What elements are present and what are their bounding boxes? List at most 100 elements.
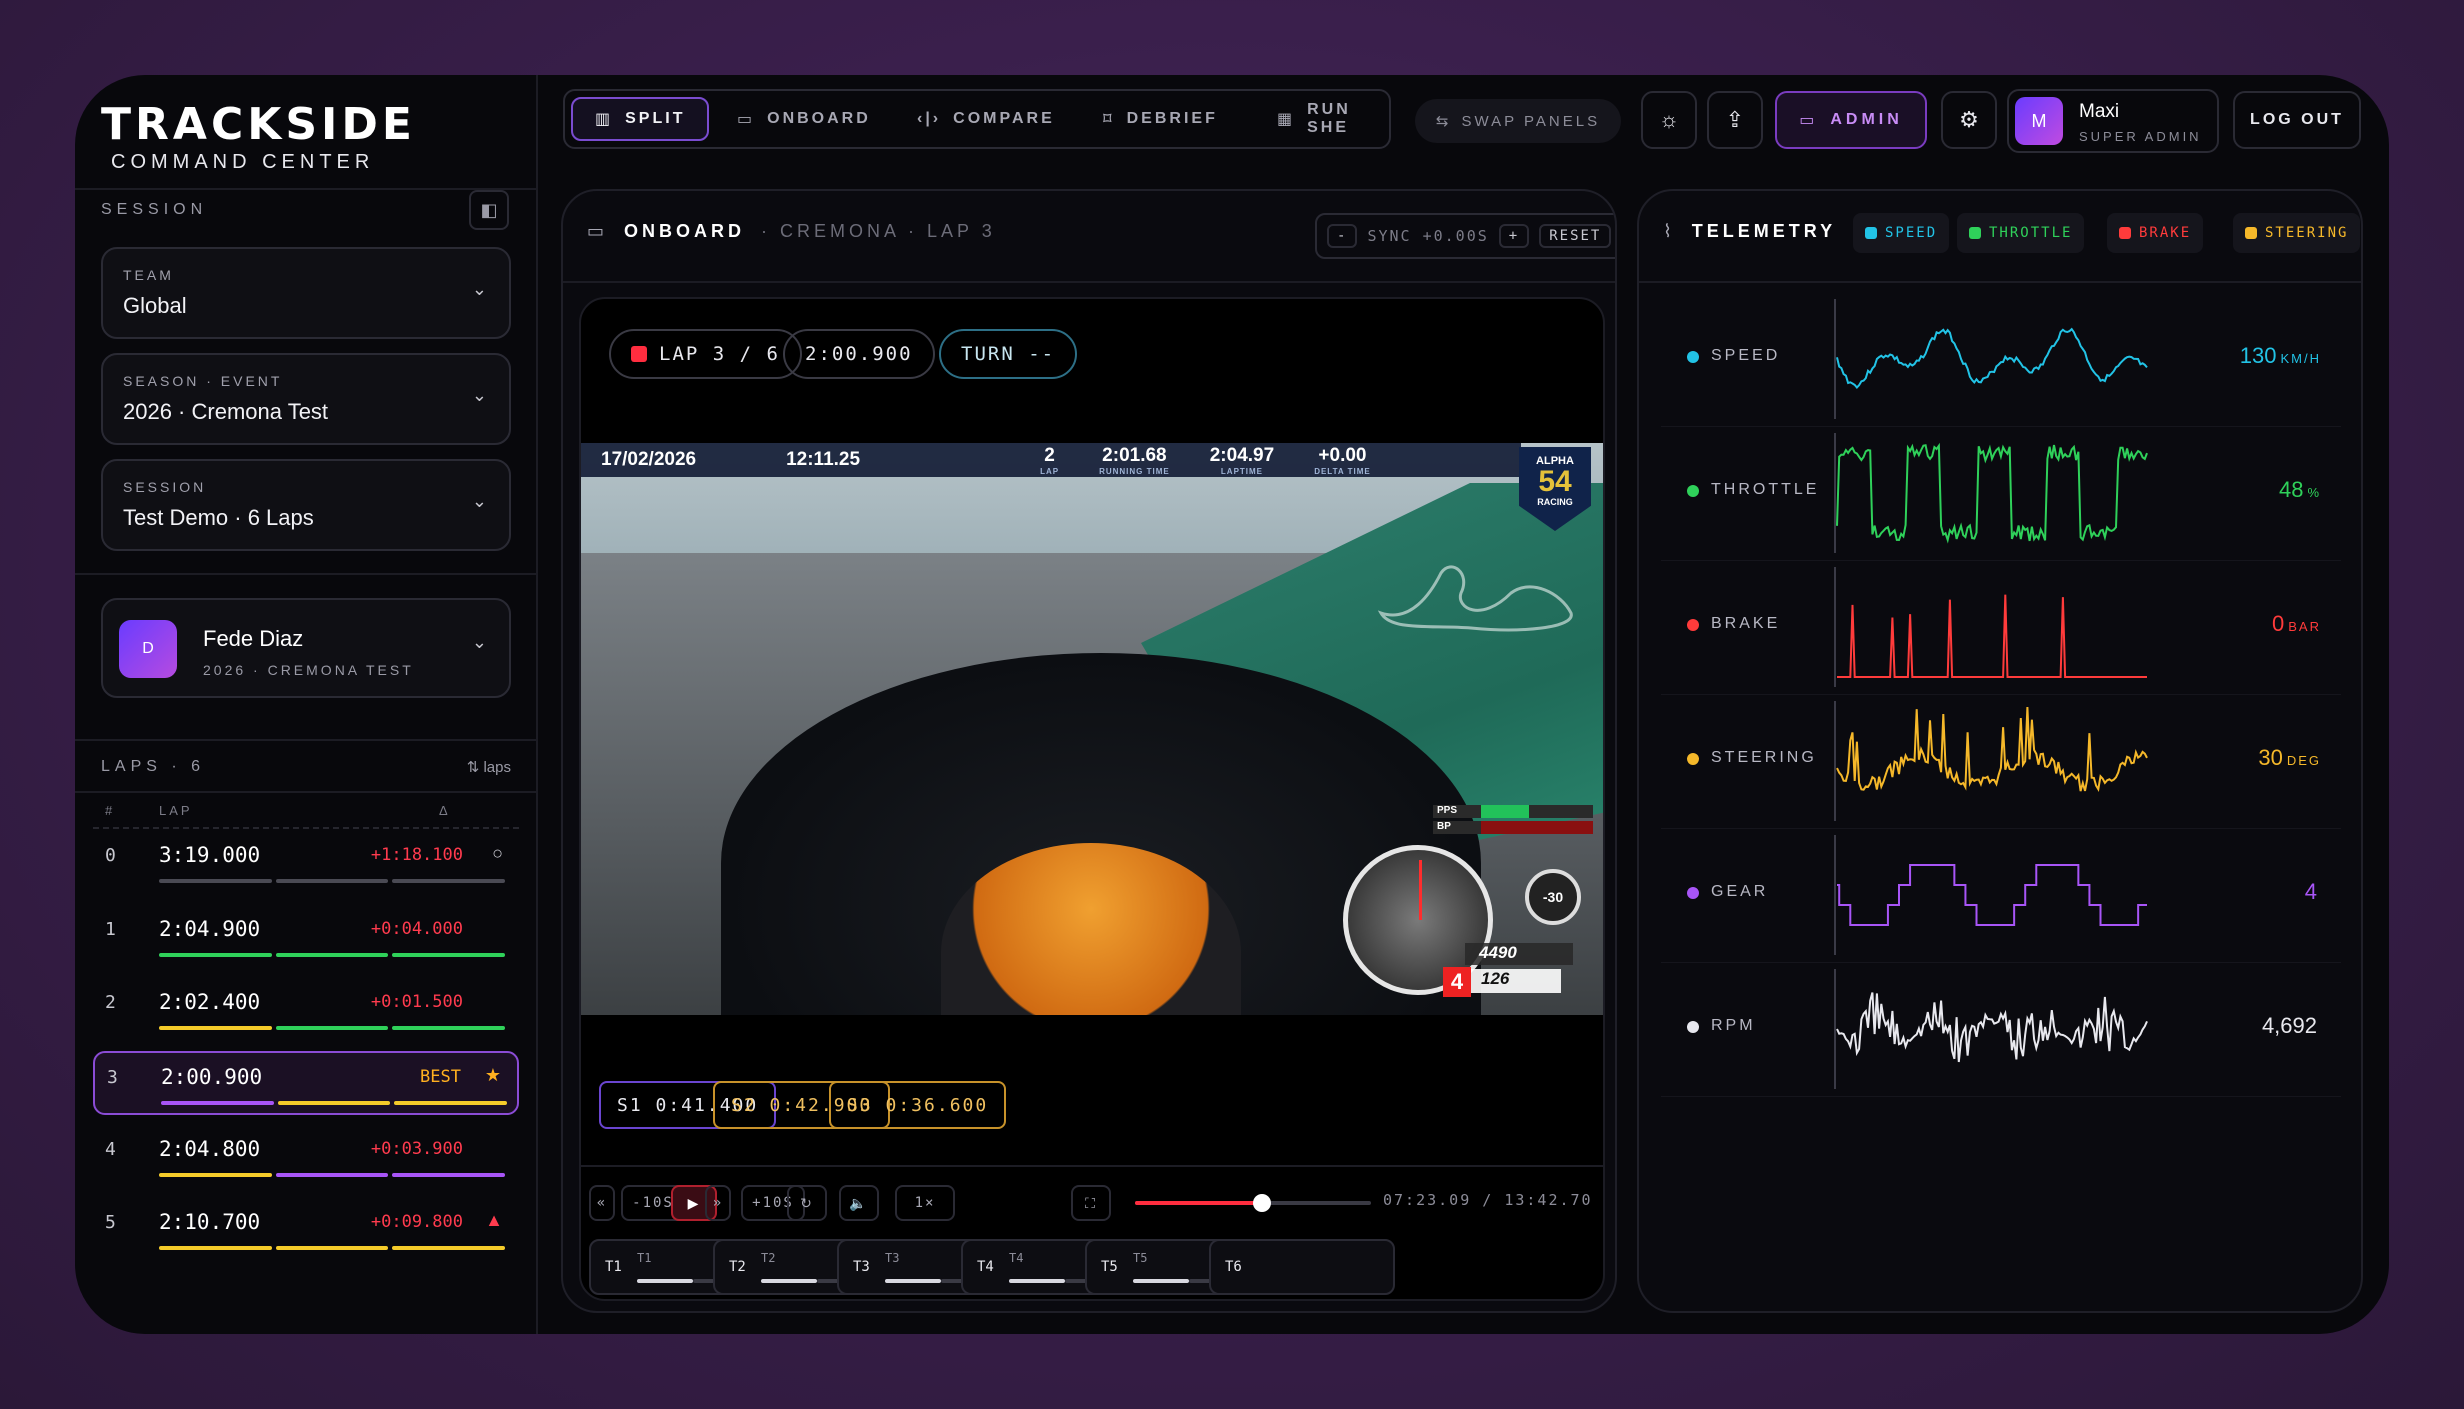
scrubber-handle[interactable] bbox=[1253, 1194, 1272, 1212]
turn-sub: T3 bbox=[885, 1251, 900, 1265]
lap-delta: +0:09.800 bbox=[370, 1212, 463, 1232]
telemetry-row-rpm: RPM 4,692 bbox=[1661, 963, 2341, 1097]
lap-row[interactable]: 3 2:00.900 BEST ★ bbox=[93, 1051, 519, 1115]
playback-scrubber[interactable] bbox=[1135, 1194, 1371, 1212]
channel-trace[interactable] bbox=[1833, 969, 2153, 1089]
lap-row[interactable]: 5 2:10.700 +0:09.800 ▲ bbox=[93, 1198, 519, 1262]
hud-laptime-sub: LAPTIME bbox=[1220, 466, 1264, 476]
lap-row[interactable]: 4 2:04.800 +0:03.900 bbox=[93, 1125, 519, 1189]
grid-icon: ▦ bbox=[1277, 111, 1296, 128]
lap-time: 2:02.400 bbox=[159, 990, 261, 1014]
turn-card-6[interactable]: T6 bbox=[1209, 1239, 1395, 1295]
chevron-down-icon: ⌄ bbox=[471, 491, 487, 511]
lap-number: 5 bbox=[105, 1212, 116, 1233]
tab-run-sheet[interactable]: ▦ RUN SHE bbox=[1277, 97, 1389, 141]
lap-row[interactable]: 2 2:02.400 +0:01.500 bbox=[93, 978, 519, 1042]
round-indicator: -30 bbox=[1525, 869, 1581, 925]
channel-trace[interactable] bbox=[1833, 567, 2153, 687]
channel-trace[interactable] bbox=[1833, 701, 2153, 821]
lap-chip-label: LAP 3 / 6 bbox=[659, 343, 780, 365]
sector-3-chip[interactable]: S3 0:36.600 bbox=[829, 1081, 1007, 1129]
playback-time: 07:23.09 / 13:42.70 bbox=[1383, 1191, 1593, 1209]
hud-lap: 2 LAP bbox=[1020, 445, 1079, 476]
channel-value: 4 bbox=[2305, 879, 2321, 905]
fullscreen-button[interactable]: ⛶ bbox=[1071, 1185, 1111, 1221]
session-select[interactable]: SESSION Test Demo · 6 Laps ⌄ bbox=[101, 459, 511, 551]
badge-line-3: RACING bbox=[1537, 497, 1573, 507]
hud-lap-sub: LAP bbox=[1040, 466, 1060, 476]
channel-trace[interactable] bbox=[1833, 835, 2153, 955]
channel-trace[interactable] bbox=[1833, 299, 2153, 419]
onboard-header: ▭ ONBOARD · CREMONA · LAP 3 bbox=[587, 221, 996, 242]
settings-button[interactable]: ⚙ bbox=[1941, 91, 1997, 149]
sector-bars bbox=[159, 1026, 506, 1030]
hud-delta-sub: DELTA TIME bbox=[1314, 466, 1371, 476]
warning-icon: ▲ bbox=[485, 1210, 503, 1230]
driver-name: Fede Diaz bbox=[203, 626, 304, 651]
telemetry-header: ⌇ TELEMETRY bbox=[1663, 221, 1836, 242]
playback-speed-button[interactable]: 1× bbox=[895, 1185, 955, 1221]
brand-logo: TRACKSIDE COMMAND CENTER bbox=[101, 85, 441, 185]
theme-toggle-button[interactable]: ☼ bbox=[1641, 91, 1697, 149]
sector-bar bbox=[159, 879, 272, 883]
legend-brake[interactable]: BRAKE bbox=[2107, 213, 2204, 253]
tab-debrief[interactable]: ⌑ DEBRIEF bbox=[1103, 97, 1218, 141]
divider bbox=[75, 573, 538, 575]
admin-button[interactable]: ▭ ADMIN bbox=[1775, 91, 1927, 149]
turn-label: T6 bbox=[1225, 1259, 1242, 1275]
swap-panels-button[interactable]: ⇆ SWAP PANELS bbox=[1415, 99, 1621, 143]
trace-line bbox=[1836, 992, 2148, 1063]
tab-onboard[interactable]: ▭ ONBOARD bbox=[737, 97, 871, 141]
telemetry-row-throttle: THROTTLE 48% bbox=[1661, 427, 2341, 561]
sector-bar bbox=[159, 953, 272, 957]
restart-button[interactable]: ↻ bbox=[787, 1185, 827, 1221]
turn-label: T2 bbox=[729, 1259, 746, 1275]
lap-row[interactable]: 0 3:19.000 +1:18.100 ○ bbox=[93, 831, 519, 895]
channel-value-number: 30 bbox=[2258, 745, 2283, 770]
channel-unit: KM/H bbox=[2280, 351, 2321, 366]
legend-throttle[interactable]: THROTTLE bbox=[1957, 213, 2085, 253]
collapse-sidebar-button[interactable]: ◧ bbox=[469, 190, 509, 230]
sort-icon: ⇅ bbox=[466, 759, 484, 776]
legend-steering[interactable]: STEERING bbox=[2233, 213, 2361, 253]
hud-laptime: 2:04.97 LAPTIME bbox=[1190, 445, 1294, 476]
tab-compare[interactable]: ‹|› COMPARE bbox=[917, 97, 1055, 141]
chevron-down-icon: ⌄ bbox=[471, 385, 487, 405]
tab-debrief-label: DEBRIEF bbox=[1126, 110, 1218, 127]
channel-value-number: 130 bbox=[2239, 343, 2277, 368]
driver-avatar: D bbox=[119, 620, 177, 678]
camera-icon: ▭ bbox=[587, 221, 609, 241]
play-icon: ▶ bbox=[687, 1194, 701, 1211]
channel-value: 0 BAR bbox=[2272, 611, 2321, 637]
sync-plus-button[interactable]: + bbox=[1498, 224, 1530, 248]
sync-reset-button[interactable]: RESET bbox=[1539, 224, 1612, 248]
onboard-video[interactable]: 17/02/2026 12:11.25 2 LAP 2:01.68 RUNNING … bbox=[581, 443, 1603, 1015]
lap-row[interactable]: 1 2:04.900 +0:04.000 bbox=[93, 905, 519, 969]
channel-value-number: 0 bbox=[2272, 611, 2285, 636]
admin-label: ADMIN bbox=[1830, 111, 1903, 128]
legend-swatch bbox=[1865, 227, 1877, 239]
sector-bar bbox=[159, 1173, 272, 1177]
tab-split[interactable]: ▥ SPLIT bbox=[571, 97, 710, 141]
laps-sort-button[interactable]: ⇅ laps bbox=[467, 758, 511, 776]
volume-button[interactable]: 🔈 bbox=[839, 1185, 879, 1221]
season-event-select[interactable]: SEASON · EVENT 2026 · Cremona Test ⌄ bbox=[101, 353, 511, 445]
driver-select[interactable]: D Fede Diaz 2026 · CREMONA TEST ⌄ bbox=[101, 598, 511, 698]
channel-name: RPM bbox=[1711, 1017, 1756, 1034]
legend-speed[interactable]: SPEED bbox=[1853, 213, 1950, 253]
brand-subtitle: COMMAND CENTER bbox=[111, 151, 375, 173]
sync-minus-button[interactable]: - bbox=[1327, 224, 1358, 248]
user-menu[interactable]: M Maxi SUPER ADMIN bbox=[2007, 89, 2219, 153]
team-select-value: Global bbox=[123, 293, 187, 318]
prev-lap-button[interactable]: « bbox=[589, 1185, 615, 1221]
tab-compare-label: COMPARE bbox=[953, 110, 1055, 127]
channel-trace[interactable] bbox=[1833, 433, 2153, 553]
sync-control: - SYNC +0.00S + RESET bbox=[1315, 213, 1615, 259]
next-lap-button[interactable]: » bbox=[705, 1185, 731, 1221]
sun-icon: ☼ bbox=[1658, 107, 1680, 132]
monitor-icon: ▭ bbox=[1799, 112, 1819, 129]
export-button[interactable]: ⇪ bbox=[1707, 91, 1763, 149]
team-select[interactable]: TEAM Global ⌄ bbox=[101, 247, 511, 339]
lap-number: 2 bbox=[105, 992, 116, 1013]
logout-button[interactable]: LOG OUT bbox=[2233, 91, 2361, 149]
